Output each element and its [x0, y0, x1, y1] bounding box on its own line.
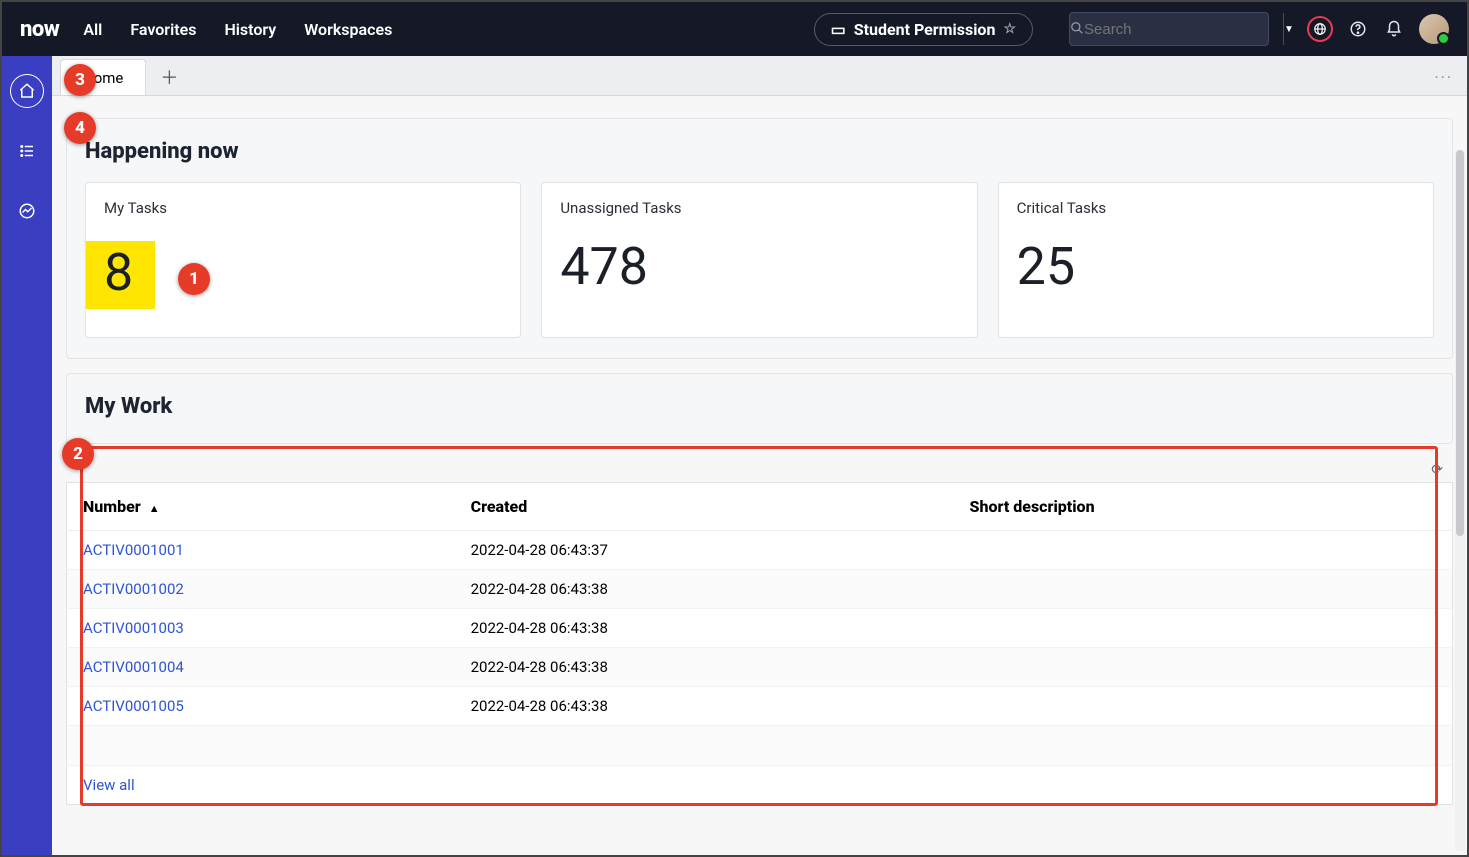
row-short-desc: [954, 609, 1453, 648]
view-all-link[interactable]: View all: [83, 776, 135, 794]
table-row[interactable]: ACTIV0001003 2022-04-28 06:43:38: [67, 609, 1453, 648]
row-created: 2022-04-28 06:43:38: [455, 609, 954, 648]
menu-favorites[interactable]: Favorites: [130, 20, 196, 39]
card-label: Unassigned Tasks: [560, 199, 958, 217]
globe-icon[interactable]: [1307, 16, 1333, 42]
tab-strip: Home ＋ ···: [52, 56, 1467, 96]
context-pill-label: Student Permission: [854, 20, 996, 39]
logo: now: [20, 17, 59, 42]
col-short-desc[interactable]: Short description: [954, 483, 1453, 531]
rail-home[interactable]: [10, 74, 44, 108]
menu-workspaces[interactable]: Workspaces: [304, 20, 392, 39]
row-number-link[interactable]: ACTIV0001003: [83, 619, 184, 637]
row-number-link[interactable]: ACTIV0001001: [83, 541, 184, 559]
tab-add[interactable]: ＋: [146, 59, 192, 95]
row-created: 2022-04-28 06:43:37: [455, 531, 954, 570]
tab-overflow[interactable]: ···: [1434, 68, 1453, 87]
card-my-tasks[interactable]: My Tasks 8: [85, 182, 521, 338]
window-icon: ▭: [831, 20, 846, 39]
card-value: 8: [104, 242, 133, 303]
annotation-3: 3: [64, 64, 96, 96]
content-scroll[interactable]: Happening now My Tasks 8 Unassigned Task…: [52, 96, 1467, 855]
row-created: 2022-04-28 06:43:38: [455, 648, 954, 687]
panel-my-work: My Work: [66, 373, 1453, 444]
col-number-label: Number: [83, 497, 141, 516]
search-input[interactable]: [1084, 21, 1283, 38]
sort-asc-icon: ▲: [149, 502, 160, 515]
main-area: Home ＋ ··· Happening now My Tasks 8 Unas…: [52, 56, 1467, 855]
panel-happening-now: Happening now My Tasks 8 Unassigned Task…: [66, 118, 1453, 359]
row-number-link[interactable]: ACTIV0001004: [83, 658, 184, 676]
scrollbar-thumb[interactable]: [1456, 150, 1464, 536]
card-value: 478: [560, 236, 648, 297]
card-label: My Tasks: [104, 199, 502, 217]
search-icon: [1070, 20, 1084, 39]
scrollbar[interactable]: [1455, 150, 1465, 851]
menu-history[interactable]: History: [224, 20, 276, 39]
avatar[interactable]: [1419, 14, 1449, 44]
mywork-table: Number ▲ Created Short description ACTIV…: [66, 482, 1453, 805]
card-label: Critical Tasks: [1017, 199, 1415, 217]
table-row-empty: [67, 726, 1453, 766]
bell-icon[interactable]: [1383, 18, 1405, 40]
card-critical-tasks[interactable]: Critical Tasks 25: [998, 182, 1434, 338]
happening-title: Happening now: [85, 139, 1434, 164]
table-row[interactable]: ACTIV0001001 2022-04-28 06:43:37: [67, 531, 1453, 570]
row-created: 2022-04-28 06:43:38: [455, 570, 954, 609]
row-number-link[interactable]: ACTIV0001005: [83, 697, 184, 715]
row-short-desc: [954, 648, 1453, 687]
table-row[interactable]: ACTIV0001005 2022-04-28 06:43:38: [67, 687, 1453, 726]
col-created[interactable]: Created: [455, 483, 954, 531]
annotation-1: 1: [178, 263, 210, 295]
top-icons: [1307, 14, 1449, 44]
cards-row: My Tasks 8 Unassigned Tasks 478 Critical…: [85, 182, 1434, 338]
left-rail: [2, 56, 52, 855]
rail-list[interactable]: [10, 134, 44, 168]
mywork-title: My Work: [85, 394, 1434, 419]
row-short-desc: [954, 570, 1453, 609]
star-icon[interactable]: ☆: [1003, 21, 1016, 37]
row-short-desc: [954, 687, 1453, 726]
global-search[interactable]: ▼: [1069, 12, 1269, 46]
top-nav: now All Favorites History Workspaces ▭ S…: [2, 2, 1467, 56]
annotation-4: 4: [64, 112, 96, 144]
context-pill[interactable]: ▭ Student Permission ☆: [814, 13, 1033, 46]
refresh-icon[interactable]: ⟳: [66, 458, 1453, 482]
mywork-table-wrap: ⟳ Number ▲ Created Short description: [66, 458, 1453, 805]
table-viewall-row: View all: [67, 766, 1453, 805]
card-unassigned-tasks[interactable]: Unassigned Tasks 478: [541, 182, 977, 338]
menu-all[interactable]: All: [83, 20, 102, 39]
table-row[interactable]: ACTIV0001004 2022-04-28 06:43:38: [67, 648, 1453, 687]
row-short-desc: [954, 531, 1453, 570]
help-icon[interactable]: [1347, 18, 1369, 40]
annotation-2: 2: [62, 438, 94, 470]
card-value: 25: [1017, 236, 1075, 297]
row-created: 2022-04-28 06:43:38: [455, 687, 954, 726]
rail-analytics[interactable]: [10, 194, 44, 228]
col-number[interactable]: Number ▲: [67, 483, 455, 531]
table-row[interactable]: ACTIV0001002 2022-04-28 06:43:38: [67, 570, 1453, 609]
row-number-link[interactable]: ACTIV0001002: [83, 580, 184, 598]
search-dropdown[interactable]: ▼: [1283, 13, 1294, 45]
top-menu: All Favorites History Workspaces: [83, 20, 392, 39]
